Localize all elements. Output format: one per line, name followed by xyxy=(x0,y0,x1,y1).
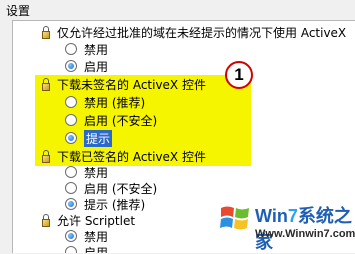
radio-label-selected: 提示 xyxy=(84,129,113,147)
setting-title-label: 仅允许经过批准的域在未经提示的情况下使用 ActiveX xyxy=(57,25,347,40)
radio-label: 禁用 xyxy=(84,229,109,244)
radio-button[interactable] xyxy=(65,96,77,108)
watermark-brand-seven: 7 xyxy=(287,206,298,226)
radio-label: 启用 (不安全) xyxy=(84,181,158,196)
callout-number-badge: 1 xyxy=(225,61,253,89)
radio-option-scriptlet-disable[interactable]: 禁用 xyxy=(65,228,108,244)
windows-logo-icon xyxy=(220,206,249,230)
radio-option-unsigned-disable[interactable]: 禁用 (推荐) xyxy=(65,94,145,110)
radio-label: 提示 (推荐) xyxy=(84,197,146,212)
lock-icon xyxy=(41,149,51,163)
section-title: 设置 xyxy=(6,4,31,18)
radio-label: 禁用 xyxy=(84,165,109,180)
radio-button[interactable] xyxy=(65,43,77,55)
radio-button[interactable] xyxy=(65,230,77,242)
watermark-brand-prefix: Win xyxy=(255,206,288,226)
radio-label: 禁用 xyxy=(84,42,109,57)
watermark: Win7系统之家 Www.Winwin7.com xyxy=(219,196,355,252)
radio-option-approved-domains-enable[interactable]: 启用 xyxy=(65,58,108,74)
radio-option-approved-domains-disable[interactable]: 禁用 xyxy=(65,41,108,57)
setting-title-label: 下载未签名的 ActiveX 控件 xyxy=(57,77,206,92)
setting-title-approved-domains: 仅允许经过批准的域在未经提示的情况下使用 ActiveX xyxy=(41,24,346,40)
watermark-url: Www.Winwin7.com xyxy=(255,228,355,240)
lock-icon xyxy=(41,25,51,39)
radio-label: 启用 (不安全) xyxy=(84,113,158,128)
radio-label: 启用 xyxy=(84,59,109,74)
radio-option-unsigned-prompt[interactable]: 提示 xyxy=(65,129,113,147)
radio-button[interactable] xyxy=(65,60,77,72)
setting-title-allow-scriptlet: 允许 Scriptlet xyxy=(41,212,135,228)
setting-title-download-signed-activex: 下载已签名的 ActiveX 控件 xyxy=(41,148,206,164)
radio-button[interactable] xyxy=(65,114,77,126)
radio-option-unsigned-enable[interactable]: 启用 (不安全) xyxy=(65,112,157,128)
lock-icon xyxy=(41,77,51,91)
radio-option-signed-enable[interactable]: 启用 (不安全) xyxy=(65,180,157,196)
radio-label: 禁用 (推荐) xyxy=(84,95,146,110)
radio-button[interactable] xyxy=(65,166,77,178)
radio-option-signed-prompt[interactable]: 提示 (推荐) xyxy=(65,196,145,212)
radio-button[interactable] xyxy=(65,182,77,194)
setting-title-download-unsigned-activex: 下载未签名的 ActiveX 控件 xyxy=(41,76,206,92)
setting-title-label: 下载已签名的 ActiveX 控件 xyxy=(57,149,206,164)
radio-button[interactable] xyxy=(65,198,77,210)
lock-icon xyxy=(41,213,51,227)
radio-button[interactable] xyxy=(65,132,77,144)
radio-option-signed-disable[interactable]: 禁用 xyxy=(65,164,108,180)
setting-title-label: 允许 Scriptlet xyxy=(57,213,136,228)
